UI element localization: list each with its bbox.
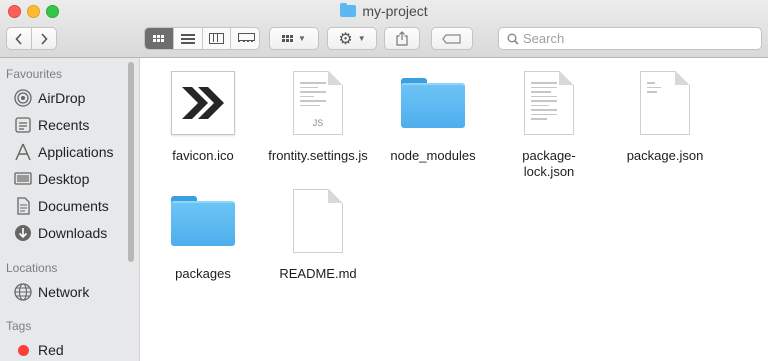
file-item-package-lock[interactable]: package- lock.json — [491, 68, 607, 180]
sidebar-scrollbar[interactable] — [128, 62, 134, 262]
file-item-favicon[interactable]: favicon.ico — [145, 68, 261, 164]
applications-icon — [14, 143, 32, 161]
list-view-icon — [180, 33, 195, 44]
sidebar-item-downloads[interactable]: Downloads — [14, 223, 107, 243]
sidebar-item-documents[interactable]: Documents — [14, 196, 109, 216]
file-item-readme[interactable]: README.md — [260, 186, 376, 282]
sidebar-item-label: Recents — [38, 117, 90, 133]
forward-button[interactable] — [31, 27, 57, 50]
js-file-icon: JS — [293, 71, 343, 135]
tag-icon — [442, 33, 461, 44]
file-item-node-modules[interactable]: node_modules — [375, 68, 491, 164]
sidebar-item-tag-red[interactable]: Red — [14, 340, 64, 360]
desktop-icon — [14, 170, 32, 188]
file-browser: favicon.ico JS frontity.settings.js node… — [141, 58, 768, 361]
view-mode-segmented-control — [144, 27, 260, 50]
group-by-button[interactable]: ▼ — [269, 27, 319, 50]
file-name: packages — [175, 266, 231, 281]
search-field[interactable] — [498, 27, 762, 50]
folder-icon — [340, 3, 357, 17]
icon-view-button[interactable] — [145, 28, 174, 49]
gallery-view-icon — [237, 33, 255, 44]
sidebar-heading-favourites: Favourites — [6, 67, 63, 81]
sidebar-item-label: Documents — [38, 198, 109, 214]
sidebar-item-label: Downloads — [38, 225, 108, 241]
edit-tags-button[interactable] — [431, 27, 473, 50]
icon-view-icon — [153, 35, 165, 42]
file-name: package- lock.json — [522, 148, 576, 179]
chevron-down-icon: ▼ — [298, 34, 306, 43]
network-icon — [14, 283, 32, 301]
column-view-button[interactable] — [203, 28, 232, 49]
documents-icon — [14, 197, 32, 215]
chevron-down-icon: ▼ — [357, 34, 366, 43]
chevron-right-icon — [41, 32, 48, 45]
search-icon — [507, 33, 519, 45]
folder-icon — [171, 196, 235, 246]
markdown-file-icon — [293, 189, 343, 253]
sidebar-item-label: Applications — [38, 144, 114, 160]
window-title: my-project — [0, 3, 768, 19]
share-button[interactable] — [384, 27, 420, 50]
sidebar-item-label: AirDrop — [38, 90, 86, 106]
sidebar-item-network[interactable]: Network — [14, 282, 89, 302]
sidebar-item-airdrop[interactable]: AirDrop — [14, 88, 85, 108]
gear-icon: ⚙ — [338, 30, 353, 48]
share-icon — [396, 31, 408, 46]
file-name: frontity.settings.js — [268, 148, 368, 163]
toolbar: my-project ▼ ⚙ ▼ — [0, 0, 768, 58]
group-by-icon — [282, 35, 294, 42]
action-menu-button[interactable]: ⚙ ▼ — [327, 27, 377, 50]
column-view-icon — [208, 33, 224, 44]
file-name: package.json — [626, 148, 704, 163]
sidebar-item-label: Red — [38, 342, 64, 358]
json-file-icon — [640, 71, 690, 135]
file-item-frontity-settings[interactable]: JS frontity.settings.js — [260, 68, 376, 164]
file-item-packages[interactable]: packages — [145, 186, 261, 282]
file-item-package-json[interactable]: package.json — [607, 68, 723, 164]
airdrop-icon — [14, 89, 32, 107]
recents-icon — [14, 116, 32, 134]
sidebar-heading-tags: Tags — [6, 319, 32, 333]
file-name: favicon.ico — [172, 148, 234, 163]
sidebar-item-applications[interactable]: Applications — [14, 142, 114, 162]
chevron-left-icon — [15, 32, 22, 45]
file-name: README.md — [279, 266, 357, 281]
file-name: node_modules — [390, 148, 476, 163]
folder-icon — [401, 78, 465, 128]
sidebar-item-desktop[interactable]: Desktop — [14, 169, 89, 189]
sidebar-item-label: Network — [38, 284, 90, 300]
gallery-view-button[interactable] — [231, 28, 259, 49]
json-file-icon — [524, 71, 574, 135]
list-view-button[interactable] — [174, 28, 203, 49]
red-tag-dot-icon — [14, 341, 32, 359]
search-input[interactable] — [523, 31, 743, 46]
sidebar-heading-locations: Locations — [6, 261, 58, 275]
sidebar: Favourites AirDrop Recents Applications … — [0, 58, 140, 361]
downloads-icon — [14, 224, 32, 242]
back-button[interactable] — [6, 27, 32, 50]
favicon-icon — [171, 71, 235, 135]
sidebar-item-recents[interactable]: Recents — [14, 115, 89, 135]
sidebar-item-label: Desktop — [38, 171, 90, 187]
